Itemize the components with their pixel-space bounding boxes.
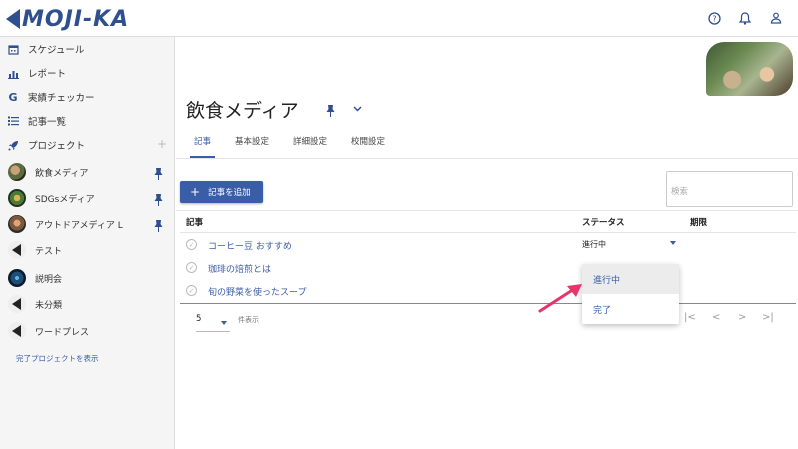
sidebar-item-label: 記事一覧 — [28, 117, 67, 128]
calendar-icon — [6, 42, 20, 56]
last-page-button[interactable]: >| — [762, 312, 774, 323]
sidebar-item-label: レポート — [28, 69, 67, 80]
check-circle-icon[interactable]: ✓ — [186, 239, 197, 250]
article-title-link[interactable]: 旬の野菜を使ったスープ — [208, 285, 306, 298]
pin-icon[interactable] — [154, 217, 163, 236]
sidebar-project-item[interactable]: SDGsメディア — [0, 185, 175, 211]
top-header: MOJI-KA ? — [0, 0, 798, 37]
project-avatar — [8, 322, 26, 340]
show-completed-projects-link[interactable]: 完了プロジェクトを表示 — [16, 353, 99, 364]
project-avatar — [8, 295, 26, 313]
pin-icon[interactable] — [154, 191, 163, 210]
table-bottom-divider — [180, 303, 796, 304]
project-hero-image — [706, 42, 793, 96]
logo-text: MOJI-KA — [22, 6, 130, 32]
sidebar-project-item[interactable]: 飲食メディア — [0, 159, 175, 185]
tab-proofread-settings[interactable]: 校閲設定 — [339, 128, 397, 158]
logo[interactable]: MOJI-KA — [6, 5, 129, 33]
sidebar-item-articles[interactable]: 記事一覧 — [0, 109, 175, 133]
add-article-label: 記事を追加 — [208, 188, 251, 198]
bell-icon[interactable] — [737, 10, 753, 26]
rocket-icon — [6, 138, 20, 152]
rows-per-page-label: 件表示 — [238, 316, 259, 324]
sidebar-item-label: 実績チェッカー — [28, 93, 95, 104]
status-dropdown-menu: 進行中 完了 — [582, 264, 679, 324]
google-g-icon: G — [8, 90, 18, 104]
project-label: SDGsメディア — [35, 194, 95, 205]
project-label: ワードプレス — [35, 327, 90, 338]
page-title: 飲食メディア — [186, 100, 299, 122]
tab-basic-settings[interactable]: 基本設定 — [223, 128, 281, 158]
column-header-deadline: 期限 — [690, 218, 708, 228]
status-option-done[interactable]: 完了 — [582, 294, 679, 324]
check-circle-icon[interactable]: ✓ — [186, 262, 197, 273]
dropdown-arrow-icon — [221, 321, 227, 325]
sidebar-item-report[interactable]: レポート — [0, 61, 175, 85]
sidebar-item-schedule[interactable]: スケジュール — [0, 37, 175, 61]
table-divider — [176, 210, 798, 211]
tab-articles[interactable]: 記事 — [182, 128, 223, 158]
table-row: ✓ 旬の野菜を使ったスープ — [180, 280, 796, 302]
project-avatar — [8, 241, 26, 259]
sidebar-item-checker[interactable]: G 実績チェッカー — [0, 85, 175, 109]
tab-bar: 記事 基本設定 詳細設定 校閲設定 — [182, 128, 397, 158]
tab-detail-settings[interactable]: 詳細設定 — [281, 128, 339, 158]
check-circle-icon[interactable]: ✓ — [186, 285, 197, 296]
sidebar-item-label: スケジュール — [28, 45, 85, 56]
plus-icon: + — [190, 185, 201, 199]
article-title-link[interactable]: コーヒー豆 おすすめ — [208, 239, 292, 252]
first-page-button[interactable]: |< — [684, 312, 696, 323]
pin-icon[interactable] — [326, 102, 335, 121]
help-circle-icon[interactable]: ? — [706, 10, 722, 26]
logo-mark-icon — [6, 9, 20, 29]
sidebar-item-label: プロジェクト — [28, 141, 86, 152]
sidebar-project-item[interactable]: 未分類 — [0, 291, 175, 317]
pin-icon[interactable] — [154, 165, 163, 184]
status-option-in-progress[interactable]: 進行中 — [582, 264, 679, 294]
add-article-button[interactable]: + 記事を追加 — [180, 181, 263, 203]
column-header-article: 記事 — [186, 218, 204, 228]
prev-page-button[interactable]: < — [712, 312, 720, 323]
tabs-divider — [176, 158, 798, 159]
article-title-link[interactable]: 珈琲の焙煎とは — [208, 262, 271, 275]
annotation-arrow-icon — [538, 284, 582, 313]
add-project-button[interactable]: + — [157, 137, 167, 151]
project-label: 飲食メディア — [35, 168, 89, 179]
main-content: 飲食メディア 記事 基本設定 詳細設定 校閲設定 + 記事を追加 検索 記事 ス… — [176, 38, 798, 449]
rows-per-page-value: 5 — [196, 314, 202, 324]
column-header-status: ステータス — [582, 218, 625, 228]
bar-chart-icon — [6, 66, 20, 80]
sidebar-item-projects[interactable]: プロジェクト + — [0, 133, 175, 157]
project-label: テスト — [35, 246, 63, 257]
header-divider — [180, 232, 796, 233]
sidebar-project-item[interactable]: ワードプレス — [0, 318, 175, 344]
status-select[interactable]: 進行中 — [582, 239, 606, 250]
dropdown-arrow-icon[interactable] — [670, 241, 676, 245]
rows-per-page-select[interactable]: 5 — [196, 314, 230, 332]
sidebar-project-item[interactable]: アウトドアメディア L — [0, 211, 175, 237]
list-icon — [6, 114, 20, 128]
project-label: 未分類 — [35, 300, 63, 311]
table-row: ✓ コーヒー豆 おすすめ 進行中 — [180, 234, 796, 256]
project-avatar — [8, 215, 26, 233]
search-input[interactable]: 検索 — [666, 171, 793, 207]
sidebar-project-item[interactable]: 説明会 — [0, 265, 175, 291]
user-icon[interactable] — [768, 10, 784, 26]
next-page-button[interactable]: > — [738, 312, 746, 323]
sidebar: スケジュール レポート G 実績チェッカー 記事一覧 プロジェクト + 飲食メデ… — [0, 37, 175, 449]
sidebar-project-item[interactable]: テスト — [0, 237, 175, 263]
project-label: アウトドアメディア L — [35, 220, 123, 231]
chevron-down-icon[interactable] — [353, 104, 362, 115]
table-row: ✓ 珈琲の焙煎とは — [180, 257, 796, 279]
project-label: 説明会 — [35, 274, 63, 285]
svg-text:?: ? — [712, 14, 716, 23]
app-root: MOJI-KA ? スケジュール レポート G 実績チェッカー 記事一覧 プロジ… — [0, 0, 798, 449]
project-avatar — [8, 269, 26, 287]
project-avatar — [8, 163, 26, 181]
project-avatar — [8, 189, 26, 207]
